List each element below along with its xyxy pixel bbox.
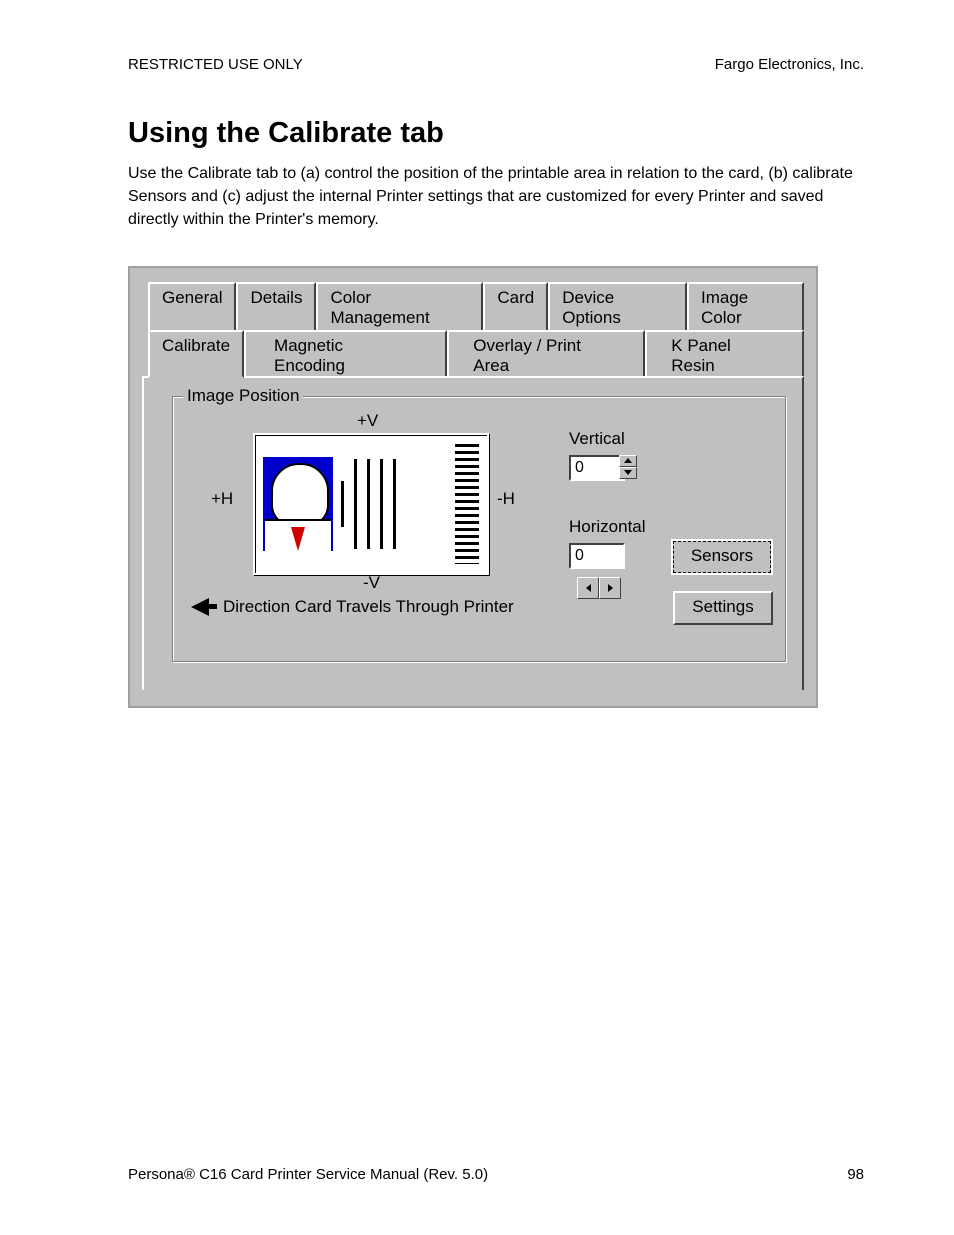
section-title: Using the Calibrate tab — [128, 117, 864, 150]
horizontal-spinner[interactable] — [577, 577, 621, 599]
printer-properties-dialog: General Details Color Management Card De… — [128, 266, 818, 708]
tab-details[interactable]: Details — [236, 282, 316, 330]
calibrate-panel: Image Position +V -V +H -H — [142, 376, 804, 690]
tab-row-1: General Details Color Management Card De… — [142, 280, 804, 328]
card-preview — [253, 433, 489, 575]
sensors-button[interactable]: Sensors — [673, 541, 771, 573]
horizontal-spin-left[interactable] — [577, 577, 599, 599]
arrow-shaft-icon — [209, 604, 217, 609]
settings-button[interactable]: Settings — [673, 591, 773, 625]
tab-image-color[interactable]: Image Color — [687, 282, 804, 330]
tab-color-management[interactable]: Color Management — [316, 282, 483, 330]
horizontal-spin-right[interactable] — [599, 577, 621, 599]
direction-label: Direction Card Travels Through Printer — [223, 597, 514, 617]
card-lines-icon — [341, 449, 447, 559]
header-company: Fargo Electronics, Inc. — [715, 56, 864, 73]
chevron-up-icon — [624, 458, 632, 463]
vertical-label: Vertical — [569, 429, 625, 449]
tab-card[interactable]: Card — [483, 282, 548, 330]
image-position-group: Image Position +V -V +H -H — [172, 396, 786, 662]
axis-minus-v-label: -V — [363, 573, 380, 593]
vertical-spin-up[interactable] — [619, 455, 637, 467]
section-body: Use the Calibrate tab to (a) control the… — [128, 162, 864, 232]
footer-manual-title: Persona® C16 Card Printer Service Manual… — [128, 1166, 488, 1183]
footer-page-number: 98 — [847, 1166, 864, 1183]
arrow-left-icon — [191, 598, 209, 616]
vertical-spinner[interactable] — [619, 455, 637, 479]
chevron-left-icon — [586, 584, 591, 592]
tab-general[interactable]: General — [148, 282, 236, 330]
horizontal-input[interactable]: 0 — [569, 543, 625, 569]
header-restricted: RESTRICTED USE ONLY — [128, 56, 303, 73]
vertical-input[interactable]: 0 — [569, 455, 625, 481]
horizontal-label: Horizontal — [569, 517, 646, 537]
axis-plus-v-label: +V — [357, 411, 378, 431]
tab-magnetic-encoding[interactable]: Magnetic Encoding — [244, 330, 447, 378]
tab-k-panel-resin[interactable]: K Panel Resin — [645, 330, 804, 378]
axis-plus-h-label: +H — [211, 489, 233, 509]
tab-overlay-print-area[interactable]: Overlay / Print Area — [447, 330, 645, 378]
tab-calibrate[interactable]: Calibrate — [148, 330, 244, 378]
tab-device-options[interactable]: Device Options — [548, 282, 687, 330]
chevron-down-icon — [624, 470, 632, 475]
vertical-spin-down[interactable] — [619, 467, 637, 479]
tab-row-2: Calibrate Magnetic Encoding Overlay / Pr… — [142, 328, 804, 376]
chevron-right-icon — [608, 584, 613, 592]
barcode-icon — [455, 444, 479, 564]
group-legend: Image Position — [183, 386, 303, 406]
portrait-icon — [263, 457, 333, 551]
axis-minus-h-label: -H — [497, 489, 515, 509]
